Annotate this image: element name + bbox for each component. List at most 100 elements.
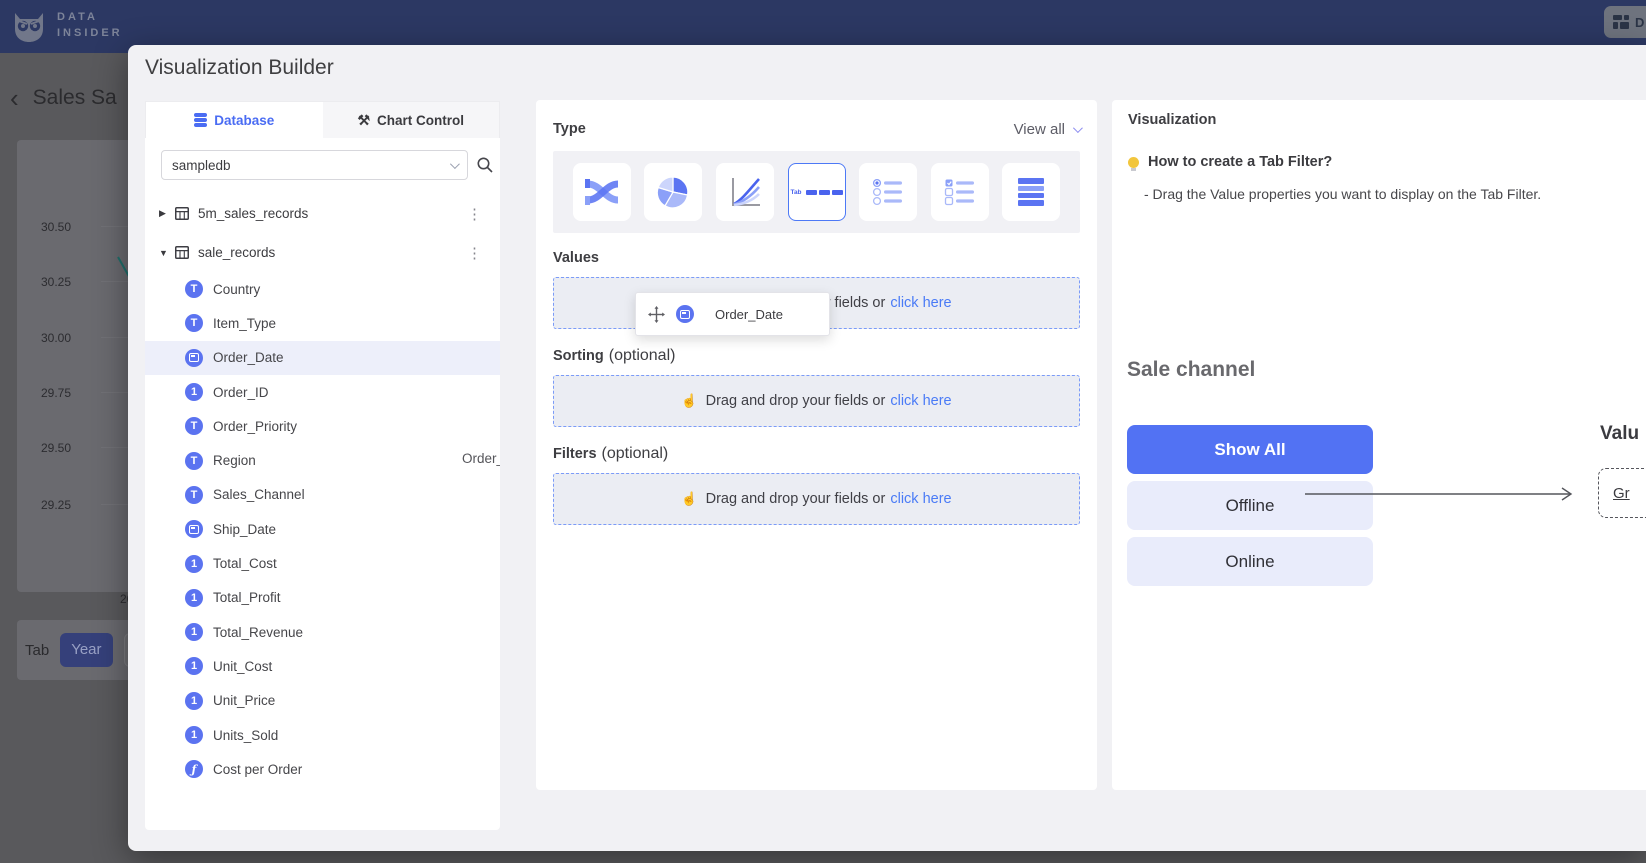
- page-header: ‹ Sales Sa: [10, 86, 117, 110]
- datasource-select[interactable]: sampledb: [161, 150, 468, 180]
- text-field-icon: T: [185, 314, 203, 332]
- formula-field-icon: ƒ: [185, 760, 203, 778]
- sorting-dropzone[interactable]: ☝ Drag and drop your fields or click her…: [553, 375, 1080, 427]
- number-field-icon: 1: [185, 623, 203, 641]
- field-row[interactable]: 1 Total_Profit: [145, 581, 500, 615]
- tab-filter-label: Tab: [25, 642, 49, 659]
- text-field-icon: T: [185, 486, 203, 504]
- type-option-pie[interactable]: [644, 163, 702, 221]
- dashboard-button[interactable]: D: [1604, 6, 1646, 38]
- number-field-icon: 1: [185, 589, 203, 607]
- checkbox-list-icon: [944, 178, 976, 206]
- tab-database[interactable]: Database: [146, 102, 323, 138]
- date-field-icon: [676, 305, 694, 323]
- field-row[interactable]: 1 Units_Sold: [145, 718, 500, 752]
- number-field-icon: 1: [185, 555, 203, 573]
- brand-line1: DATA: [57, 10, 123, 26]
- radio-list-icon: [872, 178, 904, 206]
- text-field-icon: T: [185, 280, 203, 298]
- pie-icon: [657, 176, 689, 208]
- page-title: Sales Sa: [33, 86, 117, 110]
- type-option-dropdown-list[interactable]: [1002, 163, 1060, 221]
- field-row[interactable]: T Region: [145, 443, 500, 477]
- drag-hand-icon: ☝: [681, 393, 697, 409]
- tip-title: How to create a Tab Filter?: [1148, 154, 1332, 170]
- caret-down-icon[interactable]: ▼: [159, 248, 175, 258]
- y-tick-label: 30.25: [11, 275, 71, 289]
- type-option-radio-list[interactable]: [859, 163, 917, 221]
- line-chart-segment: [17, 140, 137, 592]
- field-row[interactable]: T Country: [145, 272, 500, 306]
- optional-suffix: (optional): [602, 445, 669, 463]
- field-row[interactable]: 1 Order_ID: [145, 375, 500, 409]
- y-tick-label: 29.75: [11, 386, 71, 400]
- owl-logo-icon: [10, 7, 48, 45]
- field-row[interactable]: 1 Unit_Cost: [145, 649, 500, 683]
- app-logo[interactable]: DATA INSIDER: [10, 7, 123, 45]
- datasource-value: sampledb: [172, 158, 231, 173]
- field-row[interactable]: Ship_Date: [145, 512, 500, 546]
- preview-tab-button[interactable]: Show All: [1127, 425, 1373, 474]
- back-chevron-icon[interactable]: ‹: [10, 88, 19, 108]
- field-row[interactable]: ƒ Cost per Order: [145, 752, 500, 786]
- type-option-tab-filter[interactable]: Tab: [788, 163, 846, 221]
- dropzone-text: Drag and drop your fields or: [706, 393, 886, 409]
- line-icon: [729, 176, 761, 208]
- search-icon[interactable]: [476, 156, 494, 174]
- click-here-link[interactable]: click here: [890, 491, 951, 507]
- tab-filter-icon: Tab: [790, 189, 842, 196]
- annotation-arrow: [1300, 481, 1600, 507]
- dragged-field-chip[interactable]: Order_Date: [635, 292, 830, 336]
- tools-icon: ⚒: [357, 112, 370, 129]
- background-chart-card: 2010 30.5030.2530.0029.7529.5029.25: [17, 140, 137, 592]
- chevron-down-icon: [450, 159, 460, 169]
- number-field-icon: 1: [185, 657, 203, 675]
- tab-chart-control[interactable]: ⚒ Chart Control: [323, 102, 500, 138]
- click-here-link[interactable]: click here: [890, 393, 951, 409]
- preview-tab-button[interactable]: Online: [1127, 537, 1373, 586]
- field-row[interactable]: T Sales_Channel: [145, 478, 500, 512]
- type-option-line[interactable]: [716, 163, 774, 221]
- sankey-icon: [584, 176, 620, 208]
- chart-type-strip: Tab: [553, 151, 1080, 233]
- click-here-link[interactable]: click here: [890, 295, 951, 311]
- tab-database-label: Database: [214, 113, 274, 128]
- number-field-icon: 1: [185, 692, 203, 710]
- date-field-icon: [185, 520, 203, 538]
- dashboard-icon: [1613, 15, 1629, 29]
- type-option-checkbox-list[interactable]: [931, 163, 989, 221]
- number-field-icon: 1: [185, 383, 203, 401]
- lightbulb-icon: [1128, 157, 1139, 168]
- table-row[interactable]: ▶ 5m_sales_records ⋮: [145, 194, 500, 233]
- type-option-sankey[interactable]: [573, 163, 631, 221]
- kebab-menu-icon[interactable]: ⋮: [467, 205, 482, 223]
- tip-body: - Drag the Value properties you want to …: [1144, 186, 1541, 202]
- field-row[interactable]: 1 Total_Revenue: [145, 615, 500, 649]
- tab-chart-control-label: Chart Control: [377, 113, 464, 128]
- field-row[interactable]: T Item_Type: [145, 306, 500, 340]
- field-row[interactable]: 1 Total_Cost: [145, 546, 500, 580]
- preview-widget-title: Sale channel: [1127, 358, 1255, 382]
- visualization-builder-modal: Visualization Builder Database ⚒ Chart C…: [128, 45, 1646, 851]
- view-all-button[interactable]: View all: [1014, 121, 1080, 138]
- table-icon: [175, 246, 189, 259]
- caret-right-icon[interactable]: ▶: [159, 208, 175, 219]
- values-section-label: Values: [553, 250, 599, 266]
- field-row[interactable]: Order_Date: [145, 341, 500, 375]
- chevron-down-icon: [1073, 123, 1083, 133]
- group-link[interactable]: Gr: [1613, 485, 1630, 502]
- number-field-icon: 1: [185, 726, 203, 744]
- y-tick-label: 30.50: [11, 220, 71, 234]
- table-row[interactable]: ▼ sale_records ⋮: [145, 233, 500, 272]
- field-row[interactable]: T Order_Priority: [145, 409, 500, 443]
- filters-dropzone[interactable]: ☝ Drag and drop your fields or click her…: [553, 473, 1080, 525]
- background-tab-year[interactable]: Year: [60, 633, 112, 667]
- visualization-label: Visualization: [1128, 112, 1216, 128]
- field-row[interactable]: 1 Unit_Price: [145, 684, 500, 718]
- kebab-menu-icon[interactable]: ⋮: [467, 244, 482, 262]
- database-panel: sampledb ▶ 5m_sales_records ⋮ ▼ sale_rec…: [145, 138, 500, 830]
- drag-ghost-label: Order_Date: [462, 451, 500, 466]
- drag-chip-label: Order_Date: [715, 307, 783, 322]
- visualization-panel: Visualization How to create a Tab Filter…: [1112, 100, 1646, 790]
- drag-hand-icon: ☝: [681, 491, 697, 507]
